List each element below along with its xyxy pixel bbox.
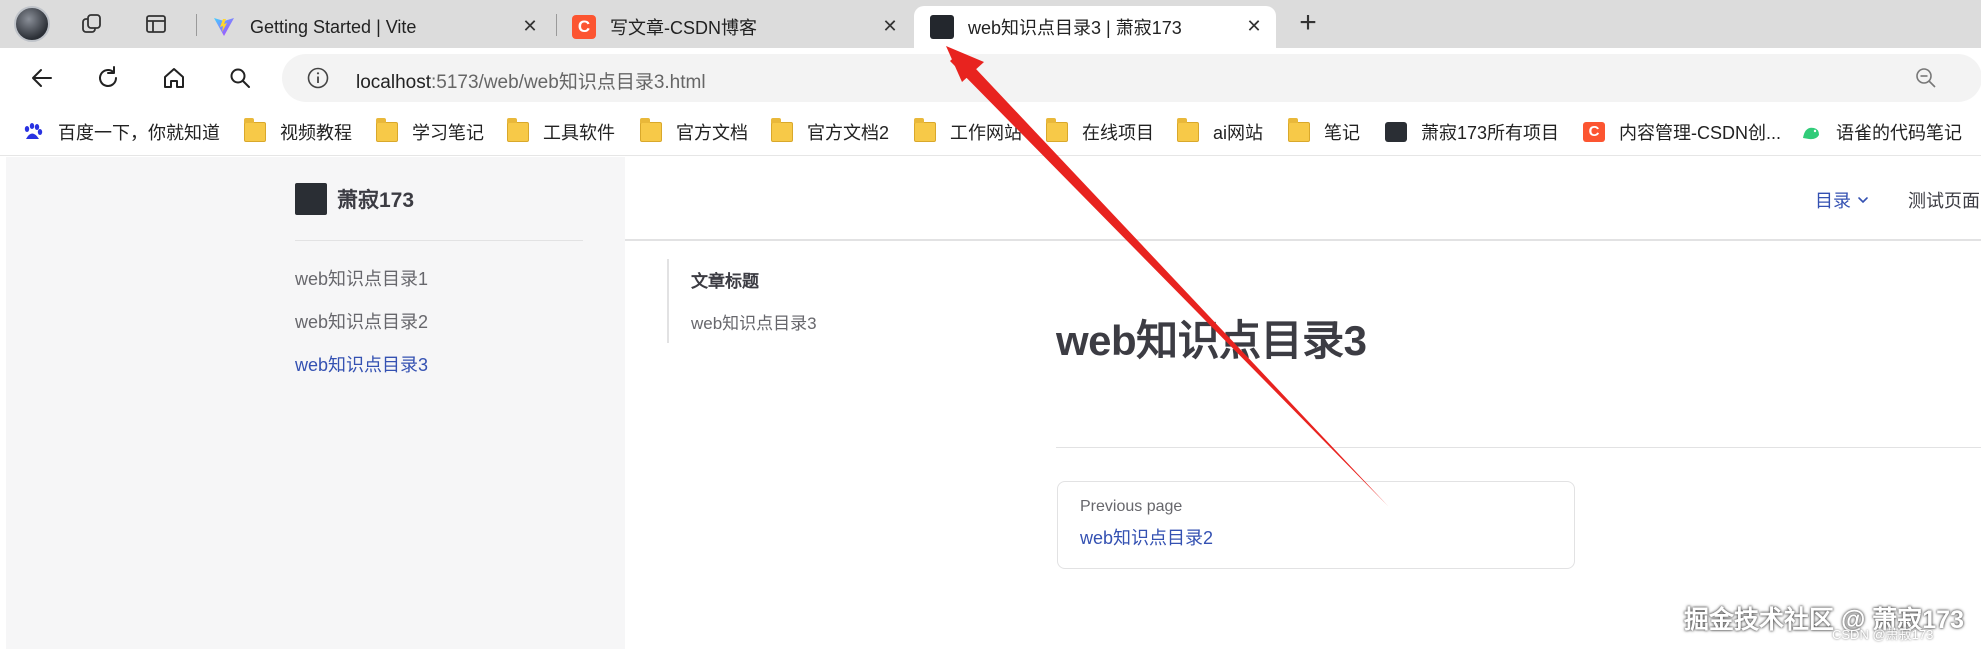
site-title[interactable]: 萧寂173 xyxy=(295,183,414,215)
folder-icon xyxy=(640,118,662,142)
site-avatar-icon xyxy=(930,15,954,39)
previous-page-link[interactable]: Previous page web知识点目录2 xyxy=(1057,481,1575,569)
url-text[interactable]: localhost:5173/web/web知识点目录3.html xyxy=(356,67,706,94)
bookmark-folder[interactable]: 官方文档2 xyxy=(771,118,890,144)
sidebar-link[interactable]: web知识点目录1 xyxy=(295,265,428,291)
folder-icon xyxy=(1177,118,1199,142)
top-navbar: 目录 测试页面 xyxy=(625,157,1981,241)
bookmark-folder[interactable]: 笔记 xyxy=(1288,118,1360,144)
nav-menu-label: 目录 xyxy=(1815,191,1851,211)
reload-icon[interactable] xyxy=(92,62,124,94)
page-title: web知识点目录3 xyxy=(1056,317,1367,364)
bookmark-label: 百度一下，你就知道 xyxy=(58,123,220,143)
address-bar[interactable]: localhost:5173/web/web知识点目录3.html xyxy=(282,54,1981,102)
bookmark-label: ai网站 xyxy=(1213,123,1264,143)
url-host: localhost xyxy=(356,72,431,93)
nav-menu-dropdown[interactable]: 目录 xyxy=(1815,187,1869,213)
search-icon[interactable] xyxy=(224,62,256,94)
tab-strip: Getting Started | Vite ✕ C 写文章-CSDN博客 ✕ … xyxy=(0,0,1981,48)
bookmark-label: 笔记 xyxy=(1324,123,1360,143)
bookmark-label: 在线项目 xyxy=(1082,123,1154,143)
page-outline: 文章标题 web知识点目录3 xyxy=(667,259,887,343)
prev-page-title: web知识点目录2 xyxy=(1080,528,1214,548)
bookmark-folder[interactable]: 工具软件 xyxy=(507,118,615,144)
site-logo xyxy=(295,183,327,215)
watermark-sub: CSDN @萧寂173 xyxy=(1832,627,1934,642)
tab-title: web知识点目录3 | 萧寂173 xyxy=(968,18,1182,38)
profile-avatar[interactable] xyxy=(14,6,50,42)
docs-sidebar xyxy=(6,157,625,649)
tab-separator xyxy=(556,14,557,36)
close-tab-icon[interactable]: ✕ xyxy=(878,14,902,38)
user-avatar-icon xyxy=(1385,122,1407,142)
csdn-icon: C xyxy=(572,15,596,39)
home-icon[interactable] xyxy=(158,62,190,94)
yuque-icon xyxy=(1803,127,1819,140)
chevron-down-icon xyxy=(1858,197,1868,204)
bookmark-label: 萧寂173所有项目 xyxy=(1421,123,1560,143)
bookmark-label: 学习笔记 xyxy=(412,123,484,143)
tab-title: Getting Started | Vite xyxy=(250,16,417,37)
browser-toolbar: localhost:5173/web/web知识点目录3.html xyxy=(0,48,1981,108)
bookmark-item[interactable]: C 内容管理-CSDN创... xyxy=(1583,120,1781,144)
bookmark-label: 语雀的代码笔记 xyxy=(1836,123,1962,143)
bookmark-item[interactable]: 萧寂173所有项目 xyxy=(1385,120,1559,144)
site-info-icon[interactable] xyxy=(306,66,330,90)
tab-title: 写文章-CSDN博客 xyxy=(610,18,757,38)
tab-separator xyxy=(196,14,197,36)
site-title-text: 萧寂173 xyxy=(337,189,415,212)
folder-icon xyxy=(1046,118,1068,142)
vite-icon xyxy=(212,15,236,39)
bookmark-label: 内容管理-CSDN创... xyxy=(1619,123,1781,143)
zoom-out-icon[interactable] xyxy=(1914,66,1938,90)
bookmark-folder[interactable]: 视频教程 xyxy=(244,118,352,144)
bookmark-label: 视频教程 xyxy=(280,123,352,143)
baidu-icon xyxy=(24,123,43,139)
bookmark-folder[interactable]: 官方文档 xyxy=(640,118,748,144)
bookmark-label: 官方文档 xyxy=(676,123,748,143)
new-tab-button[interactable]: + xyxy=(1292,8,1324,40)
prev-page-desc: Previous page xyxy=(1080,498,1183,515)
nav-link-test[interactable]: 测试页面 xyxy=(1908,187,1980,213)
folder-icon xyxy=(376,118,398,142)
bookmarks-bar: 百度一下，你就知道 视频教程 学习笔记 工具软件 官方文档 官方文档2 工作网站… xyxy=(0,108,1981,156)
folder-icon xyxy=(1288,118,1310,142)
web-page: 萧寂173 web知识点目录1 web知识点目录2 web知识点目录3 目录 测… xyxy=(0,157,1981,649)
csdn-icon: C xyxy=(1583,122,1605,142)
folder-icon xyxy=(244,118,266,142)
sidebar-link-active[interactable]: web知识点目录3 xyxy=(295,351,428,377)
bookmark-label: 官方文档2 xyxy=(807,123,890,143)
bookmark-folder[interactable]: 在线项目 xyxy=(1046,118,1154,144)
close-tab-icon[interactable]: ✕ xyxy=(1242,14,1266,38)
bookmark-folder[interactable]: ai网站 xyxy=(1177,118,1264,144)
bookmark-label: 工作网站 xyxy=(950,123,1022,143)
tab-active-page[interactable]: web知识点目录3 | 萧寂173 ✕ xyxy=(914,6,1276,48)
content-divider xyxy=(1056,447,1981,448)
outline-link[interactable]: web知识点目录3 xyxy=(691,309,817,334)
outline-title: 文章标题 xyxy=(691,272,759,291)
folder-icon xyxy=(771,118,793,142)
sidebar-divider xyxy=(295,240,583,241)
sidebar-link[interactable]: web知识点目录2 xyxy=(295,308,428,334)
back-arrow-icon[interactable] xyxy=(26,62,58,94)
folder-icon xyxy=(914,118,936,142)
tab-csdn[interactable]: C 写文章-CSDN博客 ✕ xyxy=(560,6,912,48)
bookmark-folder[interactable]: 学习笔记 xyxy=(376,118,484,144)
folder-icon xyxy=(507,118,529,142)
bookmark-item[interactable]: 语雀的代码笔记 xyxy=(1800,120,1962,144)
vertical-tabs-icon[interactable] xyxy=(140,8,172,40)
bookmark-label: 工具软件 xyxy=(543,123,615,143)
workspaces-icon[interactable] xyxy=(76,8,108,40)
bookmark-folder[interactable]: 工作网站 xyxy=(914,118,1022,144)
close-tab-icon[interactable]: ✕ xyxy=(518,14,542,38)
url-path: :5173/web/web知识点目录3.html xyxy=(431,72,706,93)
tab-vite[interactable]: Getting Started | Vite ✕ xyxy=(200,6,552,48)
bookmark-item[interactable]: 百度一下，你就知道 xyxy=(22,120,220,144)
